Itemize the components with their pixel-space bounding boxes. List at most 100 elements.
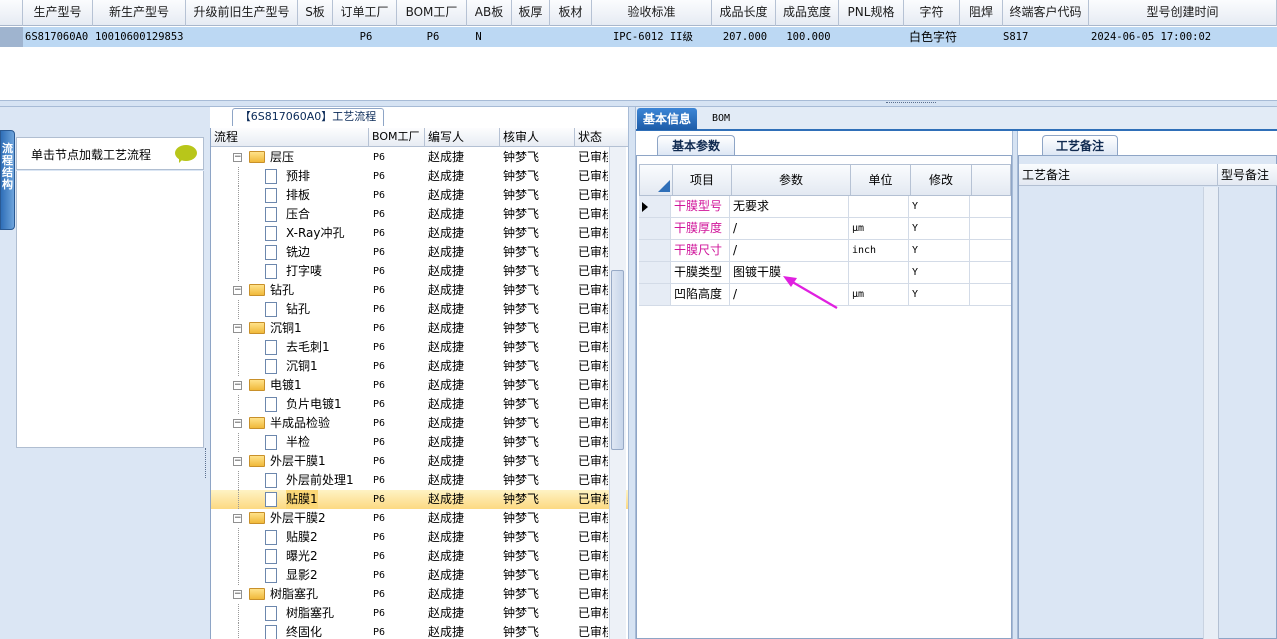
- tree-row[interactable]: − 电镀1 P6 赵成捷 钟梦飞 已审核: [211, 376, 628, 395]
- tab-process-notes[interactable]: 工艺备注: [1042, 135, 1118, 156]
- tree-row[interactable]: 压合 P6 赵成捷 钟梦飞 已审核: [211, 205, 628, 224]
- side-tab-flow-structure[interactable]: 流程结构: [0, 130, 15, 230]
- tree-col-writer[interactable]: 编写人: [425, 128, 500, 147]
- tree-row[interactable]: 贴膜2 P6 赵成捷 钟梦飞 已审核: [211, 528, 628, 547]
- param-col-item[interactable]: 项目: [673, 165, 732, 195]
- cell-product-length[interactable]: 207.000: [712, 27, 776, 47]
- tab-basic-info[interactable]: 基本信息: [637, 108, 698, 130]
- collapse-icon[interactable]: −: [233, 590, 242, 599]
- cell-old-production-model[interactable]: [186, 27, 298, 47]
- param-cell-item[interactable]: 干膜厚度: [672, 218, 730, 239]
- tree-col-status[interactable]: 状态: [575, 128, 628, 147]
- tab-basic-params[interactable]: 基本参数: [657, 135, 735, 156]
- col-product-width[interactable]: 成品宽度: [776, 0, 839, 26]
- collapse-icon[interactable]: −: [233, 381, 242, 390]
- col-s-board[interactable]: S板: [298, 0, 333, 26]
- col-old-production-model[interactable]: 升级前旧生产型号: [186, 0, 298, 26]
- collapse-icon[interactable]: −: [233, 457, 242, 466]
- col-new-production-model[interactable]: 新生产型号: [93, 0, 186, 26]
- row-indicator[interactable]: [639, 218, 671, 239]
- param-cell-unit[interactable]: [850, 196, 909, 217]
- tree-row[interactable]: 外层前处理1 P6 赵成捷 钟梦飞 已审核: [211, 471, 628, 490]
- cell-production-model[interactable]: 6S817060A0: [23, 27, 93, 47]
- param-cell-unit[interactable]: inch: [850, 240, 909, 261]
- cell-pnl-spec[interactable]: [839, 27, 904, 47]
- col-model-created-time[interactable]: 型号创建时间: [1089, 0, 1277, 26]
- param-cell-item[interactable]: 干膜类型: [672, 262, 730, 283]
- tree-row[interactable]: 去毛刺1 P6 赵成捷 钟梦飞 已审核: [211, 338, 628, 357]
- collapse-icon[interactable]: −: [233, 286, 242, 295]
- tree-row[interactable]: 显影2 P6 赵成捷 钟梦飞 已审核: [211, 566, 628, 585]
- col-end-customer-code[interactable]: 终端客户代码: [1003, 0, 1089, 26]
- cell-s-board[interactable]: [298, 27, 333, 47]
- param-row[interactable]: 干膜型号 无要求 Y: [639, 196, 1011, 218]
- param-cell-modify[interactable]: Y: [910, 262, 970, 283]
- param-cell-unit[interactable]: μm: [850, 218, 909, 239]
- tree-row[interactable]: 贴膜1 P6 赵成捷 钟梦飞 已审核: [211, 490, 628, 509]
- col-pnl-spec[interactable]: PNL规格: [839, 0, 904, 26]
- tree-row[interactable]: − 沉铜1 P6 赵成捷 钟梦飞 已审核: [211, 319, 628, 338]
- tree-scroll-thumb[interactable]: [611, 270, 624, 450]
- param-cell-modify[interactable]: Y: [910, 240, 970, 261]
- cell-acceptance-standard[interactable]: IPC-6012 II级: [592, 27, 712, 47]
- tree-row[interactable]: 半检 P6 赵成捷 钟梦飞 已审核: [211, 433, 628, 452]
- collapse-icon[interactable]: −: [233, 324, 242, 333]
- row-indicator[interactable]: [639, 262, 671, 283]
- notes-scrollbar[interactable]: [1203, 187, 1218, 639]
- tree-row[interactable]: 负片电镀1 P6 赵成捷 钟梦飞 已审核: [211, 395, 628, 414]
- param-cell-value[interactable]: /: [731, 218, 849, 239]
- tree-col-flow[interactable]: 流程: [211, 128, 369, 147]
- col-bom-factory[interactable]: BOM工厂: [397, 0, 467, 26]
- param-cell-unit[interactable]: [850, 262, 909, 283]
- param-cell-modify[interactable]: Y: [910, 218, 970, 239]
- col-order-factory[interactable]: 订单工厂: [333, 0, 397, 26]
- tree-row[interactable]: 曝光2 P6 赵成捷 钟梦飞 已审核: [211, 547, 628, 566]
- tree-row[interactable]: − 钻孔 P6 赵成捷 钟梦飞 已审核: [211, 281, 628, 300]
- param-cell-value[interactable]: 无要求: [731, 196, 849, 217]
- tree-row[interactable]: 铣边 P6 赵成捷 钟梦飞 已审核: [211, 243, 628, 262]
- tab-bom[interactable]: BOM: [706, 108, 736, 130]
- flow-tab[interactable]: 【6S817060A0】工艺流程: [232, 108, 384, 126]
- vertical-splitter[interactable]: [628, 107, 636, 639]
- cell-order-factory[interactable]: P6: [333, 27, 397, 47]
- param-cell-item[interactable]: 干膜型号: [672, 196, 730, 217]
- cell-material[interactable]: [550, 27, 592, 47]
- row-indicator[interactable]: [639, 196, 671, 217]
- col-solder-mask[interactable]: 阻焊: [960, 0, 1003, 26]
- splitter-grip[interactable]: [886, 102, 936, 105]
- param-row[interactable]: 干膜厚度 / μm Y: [639, 218, 1011, 240]
- tree-row[interactable]: 预排 P6 赵成捷 钟梦飞 已审核: [211, 167, 628, 186]
- notes-col-process-note[interactable]: 工艺备注: [1019, 164, 1218, 186]
- tree-row[interactable]: X-Ray冲孔 P6 赵成捷 钟梦飞 已审核: [211, 224, 628, 243]
- tree-row[interactable]: 树脂塞孔 P6 赵成捷 钟梦飞 已审核: [211, 604, 628, 623]
- param-col-unit[interactable]: 单位: [851, 165, 911, 195]
- row-indicator[interactable]: [639, 284, 671, 305]
- col-production-model[interactable]: 生产型号: [23, 0, 93, 26]
- cell-model-created-time[interactable]: 2024-06-05 17:00:02: [1089, 27, 1277, 47]
- tree-row[interactable]: − 外层干膜2 P6 赵成捷 钟梦飞 已审核: [211, 509, 628, 528]
- notes-col-model-note[interactable]: 型号备注: [1218, 164, 1277, 186]
- row-indicator[interactable]: [639, 240, 671, 261]
- col-material[interactable]: 板材: [550, 0, 592, 26]
- tree-row[interactable]: − 树脂塞孔 P6 赵成捷 钟梦飞 已审核: [211, 585, 628, 604]
- tree-row[interactable]: 打字唛 P6 赵成捷 钟梦飞 已审核: [211, 262, 628, 281]
- param-cell-item[interactable]: 凹陷高度: [672, 284, 730, 305]
- col-character[interactable]: 字符: [904, 0, 960, 26]
- cell-ab-board[interactable]: N: [455, 27, 500, 47]
- tree-col-reviewer[interactable]: 核审人: [500, 128, 575, 147]
- param-col-param[interactable]: 参数: [732, 165, 851, 195]
- param-cell-modify[interactable]: Y: [910, 284, 970, 305]
- cell-new-production-model[interactable]: 10010600129853: [93, 27, 186, 47]
- cell-end-customer-code[interactable]: S817: [1003, 27, 1089, 47]
- horizontal-splitter[interactable]: [0, 100, 1277, 107]
- tree-row[interactable]: − 层压 P6 赵成捷 钟梦飞 已审核: [211, 148, 628, 167]
- param-cell-unit[interactable]: μm: [850, 284, 909, 305]
- collapse-icon[interactable]: −: [233, 419, 242, 428]
- param-cell-value[interactable]: /: [731, 240, 849, 261]
- tree-row[interactable]: 沉铜1 P6 赵成捷 钟梦飞 已审核: [211, 357, 628, 376]
- tree-col-bom-factory[interactable]: BOM工厂: [369, 128, 425, 147]
- col-thickness[interactable]: 板厚: [512, 0, 550, 26]
- tree-row[interactable]: − 外层干膜1 P6 赵成捷 钟梦飞 已审核: [211, 452, 628, 471]
- param-cell-item[interactable]: 干膜尺寸: [672, 240, 730, 261]
- collapse-icon[interactable]: −: [233, 153, 242, 162]
